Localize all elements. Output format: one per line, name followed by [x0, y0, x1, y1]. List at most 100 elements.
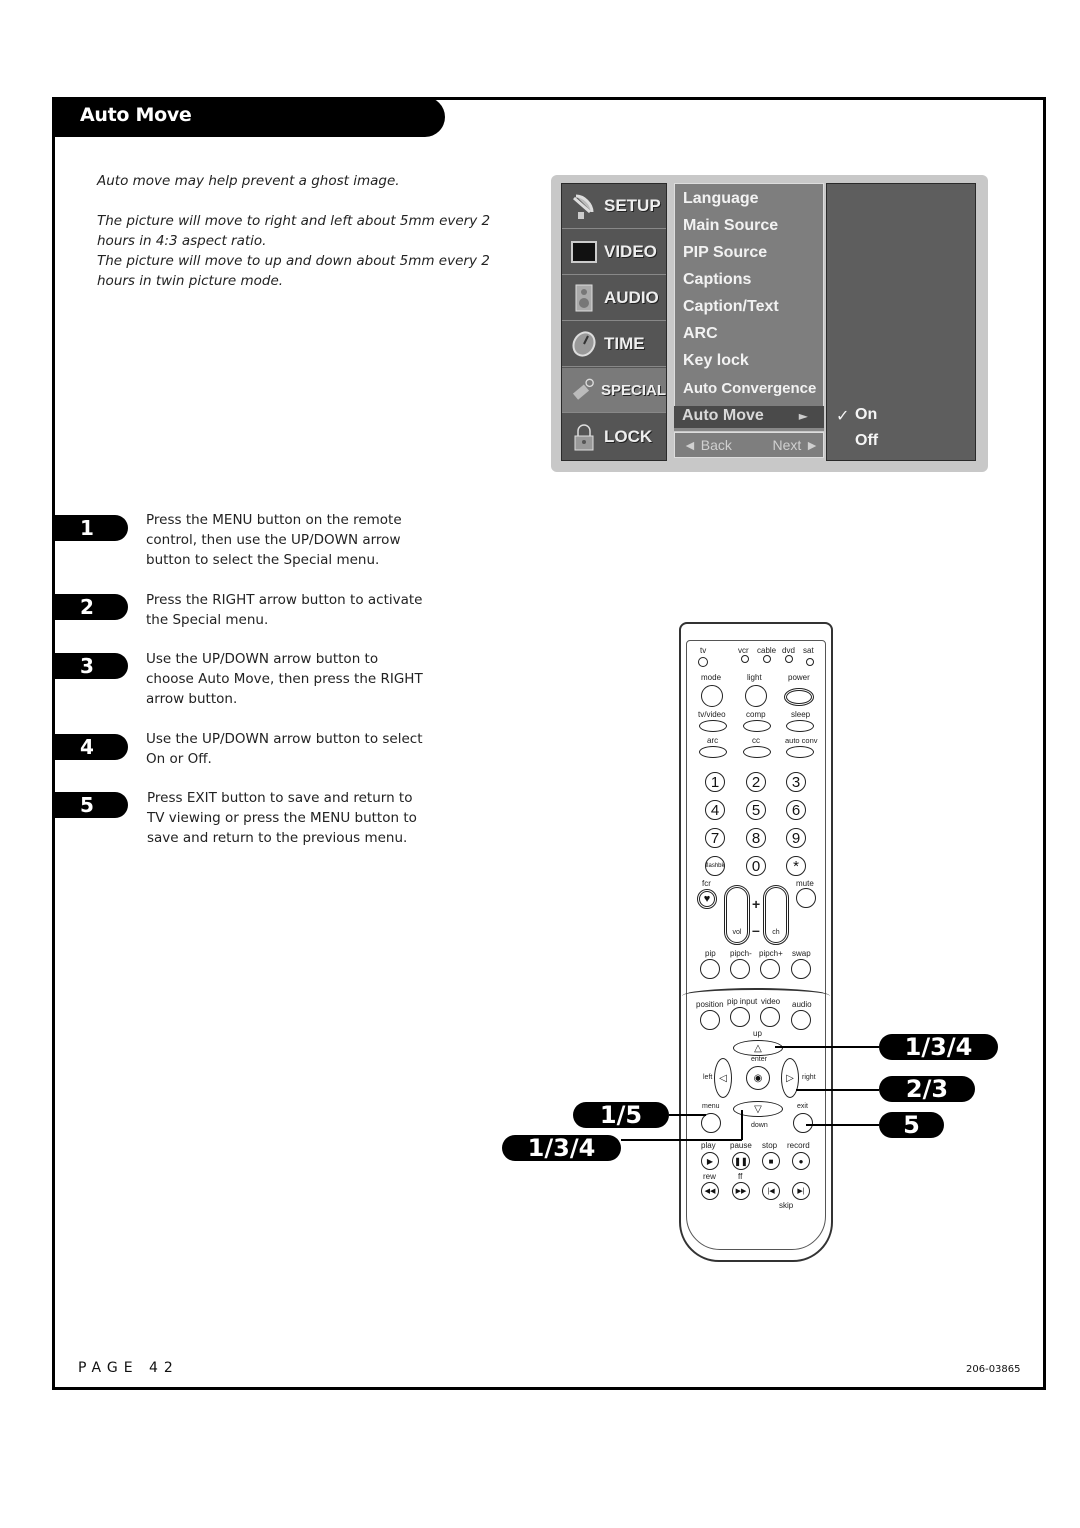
label-pip: pip	[705, 949, 716, 958]
label-exit: exit	[797, 1103, 808, 1110]
sleep-button[interactable]	[786, 720, 814, 732]
label-stop: stop	[762, 1141, 778, 1150]
menu-button[interactable]	[701, 1113, 721, 1133]
label-auto-conv: auto conv	[785, 736, 818, 745]
digit-8-button[interactable]: 8	[746, 828, 766, 848]
label-pip-input: pip input	[727, 997, 758, 1006]
tab-lock[interactable]: LOCK	[562, 414, 666, 459]
menu-item-key-lock[interactable]: Key lock	[683, 352, 749, 370]
light-button[interactable]	[745, 685, 767, 707]
menu-item-arc[interactable]: ARC	[683, 325, 718, 343]
callout-exit-line	[806, 1124, 879, 1126]
padlock-icon	[574, 423, 594, 450]
rewind-button[interactable]: ◀◀	[701, 1182, 719, 1200]
digit-1-button[interactable]: 1	[705, 772, 725, 792]
pipch-minus-button[interactable]	[730, 959, 750, 979]
flashbk-button[interactable]: flashbk	[705, 856, 725, 876]
label-right: right	[802, 1074, 816, 1081]
skip-forward-button[interactable]: ▶|	[792, 1182, 810, 1200]
play-button[interactable]: ▶	[701, 1152, 719, 1170]
callout-menu-line	[669, 1114, 706, 1116]
sat-mode-button[interactable]	[806, 658, 814, 666]
satellite-dish-icon	[573, 194, 594, 219]
digit-4-button[interactable]: 4	[705, 800, 725, 820]
vcr-mode-button[interactable]	[741, 655, 749, 663]
exit-button[interactable]	[793, 1113, 813, 1133]
skip-back-button[interactable]: |◀	[762, 1182, 780, 1200]
digit-3-button[interactable]: 3	[786, 772, 806, 792]
tab-audio[interactable]: AUDIO	[562, 276, 666, 321]
option-on[interactable]: On	[855, 406, 877, 424]
dvd-mode-button[interactable]	[785, 655, 793, 663]
label-enter: enter	[751, 1056, 767, 1063]
digit-0-button[interactable]: 0	[746, 856, 766, 876]
right-arrow-button[interactable]: ▷	[781, 1058, 799, 1098]
record-button[interactable]: ●	[792, 1152, 810, 1170]
menu-item-caption-text[interactable]: Caption/Text	[683, 298, 779, 316]
enter-button[interactable]: ◉	[746, 1066, 770, 1090]
digit-6-button[interactable]: 6	[786, 800, 806, 820]
tab-setup[interactable]: SETUP	[562, 184, 666, 229]
step-badge-2: 2	[52, 594, 128, 620]
tab-special[interactable]: SPECIAL	[562, 368, 666, 413]
volume-rocker[interactable]: vol	[724, 885, 750, 945]
tag-icon	[572, 378, 594, 400]
callout-down-line-vertical	[741, 1110, 743, 1140]
step-badge-3: 3	[52, 653, 128, 679]
tv-video-button[interactable]	[699, 720, 727, 732]
speaker-icon	[575, 284, 593, 312]
tab-time[interactable]: TIME	[562, 322, 666, 367]
channel-rocker[interactable]: ch	[763, 885, 789, 945]
mode-button[interactable]	[701, 685, 723, 707]
audio-button[interactable]	[791, 1010, 811, 1030]
position-button[interactable]	[700, 1010, 720, 1030]
option-off[interactable]: Off	[855, 432, 878, 450]
label-pause: pause	[730, 1141, 752, 1150]
pause-button[interactable]: ❚❚	[732, 1152, 750, 1170]
menu-item-auto-move[interactable]: Auto Move ►	[674, 406, 824, 431]
label-power: power	[788, 673, 810, 682]
pipch-plus-button[interactable]	[760, 959, 780, 979]
digit-9-button[interactable]: 9	[786, 828, 806, 848]
swap-button[interactable]	[791, 959, 811, 979]
auto-conv-button[interactable]	[786, 746, 814, 758]
tv-mode-button[interactable]	[698, 657, 708, 667]
menu-item-auto-convergence[interactable]: Auto Convergence	[683, 380, 816, 397]
power-button[interactable]	[784, 688, 814, 706]
arc-button[interactable]	[699, 746, 727, 758]
label-pipch-minus: pipch-	[730, 949, 752, 958]
back-button[interactable]: ◄ Back	[683, 437, 732, 453]
cc-button[interactable]	[743, 746, 771, 758]
next-button[interactable]: Next ►	[772, 437, 819, 453]
menu-item-main-source[interactable]: Main Source	[683, 217, 778, 235]
comp-button[interactable]	[743, 720, 771, 732]
digit-7-button[interactable]: 7	[705, 828, 725, 848]
left-arrow-button[interactable]: ◁	[714, 1058, 732, 1098]
star-button[interactable]: *	[786, 856, 806, 876]
digit-5-button[interactable]: 5	[746, 800, 766, 820]
pip-button[interactable]	[700, 959, 720, 979]
up-arrow-button[interactable]: △	[733, 1040, 783, 1056]
arrow-right-icon: ►	[798, 409, 808, 423]
video-button[interactable]	[760, 1007, 780, 1027]
pip-input-button[interactable]	[730, 1007, 750, 1027]
clock-icon	[572, 331, 596, 357]
label-ff: ff	[738, 1172, 743, 1181]
cable-mode-button[interactable]	[763, 655, 771, 663]
menu-item-auto-move-label: Auto Move	[682, 407, 764, 424]
label-mode: mode	[701, 673, 722, 682]
stop-button[interactable]: ■	[762, 1152, 780, 1170]
label-comp: comp	[746, 710, 766, 719]
osd-nav-row: ◄ Back Next ►	[674, 432, 824, 458]
menu-item-pip-source[interactable]: PIP Source	[683, 244, 767, 262]
label-fcr: fcr	[702, 879, 711, 888]
label-light: light	[747, 673, 762, 682]
digit-2-button[interactable]: 2	[746, 772, 766, 792]
menu-item-language[interactable]: Language	[683, 190, 759, 208]
fcr-heart-button[interactable]: ♥	[697, 889, 717, 909]
fast-forward-button[interactable]: ▶▶	[732, 1182, 750, 1200]
label-rew: rew	[703, 1172, 716, 1181]
tab-video[interactable]: VIDEO	[562, 230, 666, 275]
menu-item-captions[interactable]: Captions	[683, 271, 751, 289]
mute-button[interactable]	[796, 888, 816, 908]
